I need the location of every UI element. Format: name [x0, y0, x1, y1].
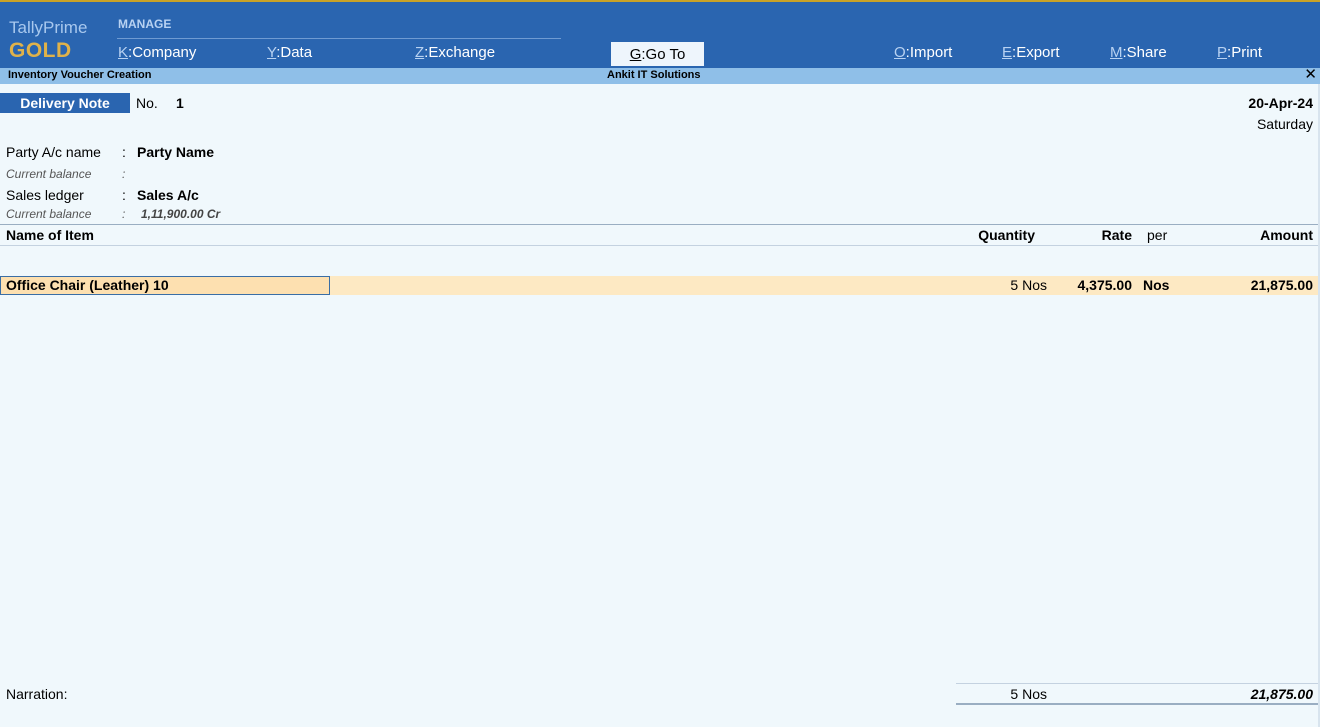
table-row[interactable]: Office Chair (Leather) 10 5 Nos 4,375.00… — [0, 276, 1320, 295]
manage-divider — [117, 38, 561, 39]
menu-data[interactable]: Y:Data — [267, 44, 312, 61]
menu-company[interactable]: K:Company — [118, 44, 196, 61]
menu-key: M — [1110, 44, 1123, 61]
sales-ledger-label: Sales ledger — [6, 187, 84, 203]
menu-label: Share — [1126, 44, 1167, 61]
menu-goto[interactable]: G: Go To — [611, 42, 704, 66]
party-balance-label: Current balance — [6, 167, 92, 181]
brand-edition: GOLD — [9, 39, 72, 62]
header-divider — [0, 224, 1320, 225]
col-header-amount: Amount — [1260, 227, 1313, 243]
colon: : — [122, 144, 126, 160]
party-name-field[interactable]: Party Name — [137, 144, 214, 160]
col-header-per: per — [1147, 227, 1168, 243]
brand-name: TallyPrime — [9, 18, 88, 37]
total-quantity: 5 Nos — [1010, 686, 1047, 702]
sales-ledger-field[interactable]: Sales A/c — [137, 187, 199, 203]
menu-label: Go To — [645, 45, 686, 63]
sales-balance-label: Current balance — [6, 207, 92, 221]
item-amount[interactable]: 21,875.00 — [1251, 277, 1313, 294]
menu-label: Data — [280, 44, 313, 61]
menu-label: Company — [132, 44, 197, 61]
menu-key: P — [1217, 44, 1228, 61]
menu-exchange[interactable]: Z:Exchange — [415, 44, 495, 61]
col-header-rate: Rate — [1101, 227, 1132, 243]
colon: : — [122, 207, 126, 221]
party-name-label: Party A/c name — [6, 144, 101, 160]
menu-import[interactable]: O:Import — [894, 44, 952, 61]
menu-key: Z — [415, 44, 425, 61]
screen-title-bar: Inventory Voucher Creation Ankit IT Solu… — [0, 67, 1320, 84]
narration-label[interactable]: Narration: — [6, 686, 67, 702]
menu-label: Exchange — [428, 44, 496, 61]
voucher-type-badge[interactable]: Delivery Note — [0, 93, 130, 113]
close-icon[interactable]: ✕ — [1304, 67, 1317, 83]
menu-key: E — [1002, 44, 1013, 61]
item-name-field[interactable]: Office Chair (Leather) 10 — [0, 276, 330, 295]
menu-export[interactable]: E:Export — [1002, 44, 1060, 61]
sales-balance-value: 1,11,900.00 Cr — [141, 207, 221, 221]
top-menu-bar: TallyPrime GOLD MANAGE K:Company Y:Data … — [0, 0, 1320, 68]
col-header-quantity: Quantity — [978, 227, 1035, 243]
item-rate[interactable]: 4,375.00 — [1078, 277, 1133, 294]
voucher-no-label: No. — [136, 95, 158, 111]
total-divider — [956, 703, 1320, 705]
colon: : — [122, 167, 126, 181]
voucher-no-value[interactable]: 1 — [176, 95, 184, 111]
item-per[interactable]: Nos — [1143, 277, 1169, 294]
voucher-day: Saturday — [1256, 116, 1313, 132]
total-amount: 21,875.00 — [1250, 686, 1313, 702]
item-quantity[interactable]: 5 Nos — [1010, 277, 1047, 294]
menu-key: K — [118, 44, 129, 61]
menu-key: O — [894, 44, 906, 61]
menu-label: Export — [1016, 44, 1060, 61]
menu-print[interactable]: P:Print — [1217, 44, 1262, 61]
voucher-date[interactable]: 20-Apr-24 — [1248, 95, 1313, 111]
colon: : — [122, 187, 126, 203]
manage-label: MANAGE — [118, 17, 172, 31]
company-name: Ankit IT Solutions — [607, 69, 701, 81]
col-header-name: Name of Item — [6, 227, 94, 243]
menu-label: Print — [1231, 44, 1263, 61]
menu-label: Import — [909, 44, 953, 61]
menu-key: G — [629, 45, 642, 63]
screen-title: Inventory Voucher Creation — [8, 69, 152, 81]
menu-key: Y — [267, 44, 277, 61]
menu-share[interactable]: M:Share — [1110, 44, 1167, 61]
header-divider — [0, 245, 1320, 246]
total-divider — [956, 683, 1320, 684]
